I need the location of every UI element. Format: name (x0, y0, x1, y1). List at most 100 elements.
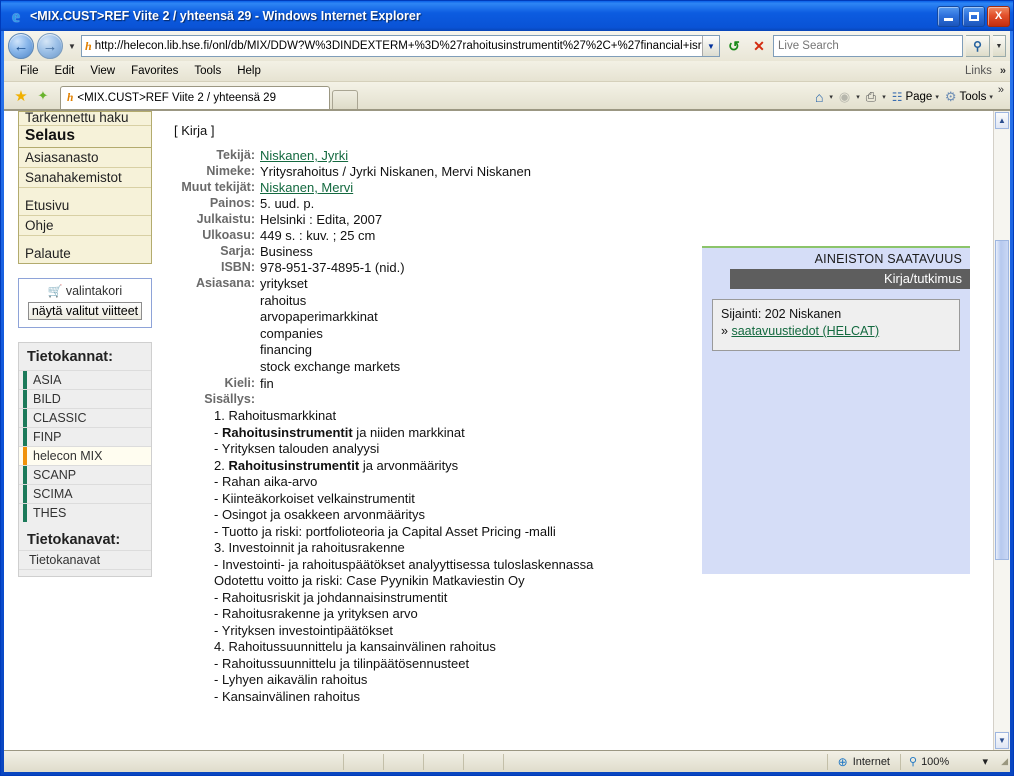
search-input[interactable] (774, 36, 962, 56)
contents-pre: - Yrityksen talouden analyysi (214, 441, 380, 456)
field-row-kieli: Kieli: fin (174, 376, 684, 392)
contents-pre: - (214, 424, 222, 440)
author-link[interactable]: Niskanen, Jyrki (260, 148, 348, 163)
favorites-star-icon[interactable]: ★ (10, 85, 32, 109)
contents-item: 2. Rahoitusinstrumentit ja arvonmääritys (214, 458, 684, 475)
links-label[interactable]: Links (965, 65, 1000, 77)
field-row-painos: Painos: 5. uud. p. (174, 196, 684, 212)
show-selected-references-button[interactable]: näytä valitut viitteet (27, 302, 143, 320)
tools-arrow-icon[interactable]: ▾ (989, 93, 993, 101)
sidebar-item-etusivu[interactable]: Etusivu (19, 196, 151, 216)
forward-button[interactable]: → (37, 33, 63, 59)
history-dropdown-icon[interactable]: ▼ (66, 42, 78, 51)
stop-icon[interactable]: ✕ (748, 35, 770, 57)
availability-helcat-link[interactable]: saatavuustiedot (HELCAT) (731, 324, 879, 338)
window-controls: X (937, 5, 1010, 27)
contents-pre: - Osingot ja osakkeen arvonmääritys (214, 507, 425, 522)
database-label: helecon MIX (33, 449, 103, 463)
sidebar-item-palaute[interactable]: Palaute (19, 244, 151, 263)
field-row-tekija: Tekijä: Niskanen, Jyrki (174, 148, 684, 164)
field-value: Niskanen, Mervi (260, 180, 684, 196)
contents-highlight: Rahoitusinstrumentit (221, 424, 353, 440)
availability-link-prefix: » (721, 324, 728, 338)
field-label: Tekijä: (216, 148, 255, 162)
print-button[interactable]: ⎙ ▾ (863, 85, 889, 109)
address-dropdown-icon[interactable]: ▼ (702, 36, 719, 56)
add-favorite-icon[interactable]: ✦ (32, 85, 54, 109)
menu-tools[interactable]: Tools (186, 64, 229, 78)
contents-post: ja niiden markkinat (352, 424, 465, 440)
menu-file[interactable]: File (12, 64, 47, 78)
field-row-nimeke: Nimeke: Yritysrahoitus / Jyrki Niskanen,… (174, 164, 684, 180)
search-box[interactable] (773, 35, 963, 57)
zoom-control[interactable]: ⚲ 100% ▾ (900, 753, 996, 770)
coauthor-link[interactable]: Niskanen, Mervi (260, 180, 353, 195)
feeds-arrow-icon: ▾ (856, 94, 860, 101)
refresh-icon[interactable]: ↺ (723, 35, 745, 57)
window-title: <MIX.CUST>REF Viite 2 / yhteensä 29 - Wi… (30, 9, 421, 23)
database-item-scima[interactable]: SCIMA (19, 484, 151, 503)
contents-pre: - Rahoitusrakenne ja yrityksen arvo (214, 606, 418, 621)
search-submit-icon[interactable]: ⚲ (966, 35, 990, 57)
subject-item: rahoitus (260, 292, 307, 308)
menu-favorites[interactable]: Favorites (123, 64, 186, 78)
vertical-scrollbar[interactable]: ▲ ▼ (993, 111, 1010, 750)
database-item-classic[interactable]: CLASSIC (19, 408, 151, 427)
menu-edit[interactable]: Edit (47, 64, 83, 78)
address-url-text: http://helecon.lib.hse.fi/onl/db/MIX/DDW… (94, 40, 702, 52)
field-value: 5. uud. p. (260, 196, 315, 211)
security-zone[interactable]: ⊕ Internet (826, 753, 900, 770)
sidebar-item-ohje[interactable]: Ohje (19, 216, 151, 236)
menu-view[interactable]: View (82, 64, 123, 78)
address-bar-row: ← → ▼ h http://helecon.lib.hse.fi/onl/db… (4, 31, 1010, 61)
toolbar-overflow-icon[interactable]: » (996, 84, 1010, 96)
scrollbar-track[interactable] (994, 130, 1010, 731)
database-item-thes[interactable]: THES (19, 503, 151, 522)
new-tab-button[interactable] (332, 90, 358, 109)
back-button[interactable]: ← (8, 33, 34, 59)
availability-subtitle: Kirja/tutkimus (730, 269, 970, 289)
channels-item[interactable]: Tietokanavat (19, 550, 151, 570)
database-item-scanp[interactable]: SCANP (19, 465, 151, 484)
record-type-label: [ Kirja ] (174, 123, 215, 138)
contents-item: - Tuotto ja riski: portfolioteoria ja Ca… (214, 524, 684, 541)
selection-cart-box: 🛒 valintakori näytä valitut viitteet (18, 278, 152, 328)
home-arrow-icon[interactable]: ▾ (829, 93, 833, 101)
resize-grip-icon[interactable]: ◢ (996, 756, 1010, 767)
cart-label: valintakori (65, 284, 123, 298)
web-page: Tarkennettu haku Selaus Asiasanasto Sana… (4, 111, 993, 750)
feeds-button[interactable]: ◉ ▾ (836, 85, 863, 109)
home-button[interactable]: ⌂ ▾ (812, 85, 836, 109)
field-label: Kieli: (224, 376, 255, 390)
page-sidebar: Tarkennettu haku Selaus Asiasanasto Sana… (18, 111, 152, 577)
close-button[interactable]: X (987, 5, 1010, 27)
scrollbar-thumb[interactable] (995, 240, 1009, 560)
scroll-up-button[interactable]: ▲ (995, 112, 1009, 129)
field-value: Niskanen, Jyrki (260, 148, 684, 164)
maximize-button[interactable] (962, 5, 985, 27)
database-item-bild[interactable]: BILD (19, 389, 151, 408)
subject-item: yritykset (260, 276, 308, 291)
database-item-finp[interactable]: FINP (19, 427, 151, 446)
print-arrow-icon[interactable]: ▾ (882, 93, 886, 101)
browser-tab[interactable]: h <MIX.CUST>REF Viite 2 / yhteensä 29 (60, 86, 330, 109)
sidebar-item-asiasanasto[interactable]: Asiasanasto (19, 148, 151, 168)
search-provider-dropdown-icon[interactable]: ▼ (993, 35, 1006, 57)
contents-item: - Rahoitussuunnittelu ja tilinpäätösennu… (214, 656, 684, 673)
tools-menu-label: Tools (959, 91, 987, 103)
scroll-down-button[interactable]: ▼ (995, 732, 1009, 749)
tools-menu-button[interactable]: ⚙ Tools ▾ (942, 85, 996, 109)
zoom-dropdown-icon[interactable]: ▾ (982, 755, 988, 768)
sidebar-item-tarkennettu-haku[interactable]: Tarkennettu haku (19, 112, 151, 126)
minimize-button[interactable] (937, 5, 960, 27)
page-arrow-icon[interactable]: ▾ (935, 93, 939, 101)
database-item-asia[interactable]: ASIA (19, 370, 151, 389)
sidebar-item-sanahakemistot[interactable]: Sanahakemistot (19, 168, 151, 188)
address-input[interactable]: h http://helecon.lib.hse.fi/onl/db/MIX/D… (81, 35, 720, 57)
database-item-helecon-mix[interactable]: helecon MIX (19, 446, 151, 465)
page-menu-button[interactable]: ☷ Page ▾ (889, 85, 942, 109)
browser-window: e <MIX.CUST>REF Viite 2 / yhteensä 29 - … (0, 0, 1014, 776)
database-label: CLASSIC (33, 411, 87, 425)
menu-overflow-icon[interactable]: » (1000, 65, 1010, 77)
menu-help[interactable]: Help (229, 64, 269, 78)
